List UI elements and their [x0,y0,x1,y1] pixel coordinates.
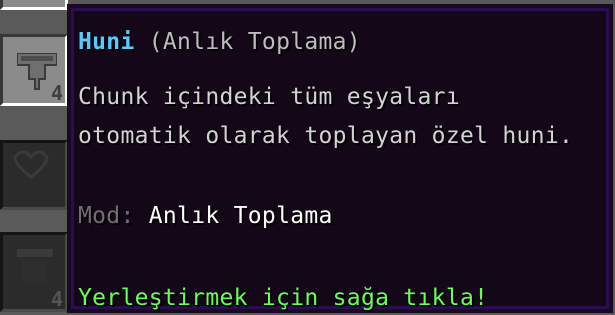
description-line-2: otomatik olarak toplayan özel huni. [78,123,574,149]
mode-value: Anlık Toplama [148,203,333,229]
place-hint: Yerleştirmek için sağa tıkla! [78,285,489,311]
item-subtitle: (Anlık Toplama) [148,29,361,55]
slot-count: 4 [50,287,63,311]
inventory-slot[interactable]: 4 [0,232,68,312]
heart-icon [13,150,49,179]
inventory-slot[interactable]: 4 [0,34,68,106]
tooltip-title-line: Huni (Anlık Toplama) [78,28,361,56]
mode-line: Mod: Anlık Toplama [78,202,333,230]
description-line-1: Chunk içindeki tüm eşyaları [78,84,460,110]
inventory-slot[interactable] [0,0,68,10]
inventory-slot[interactable] [0,140,68,210]
item-tooltip: Huni (Anlık Toplama) Chunk içindeki tüm … [67,4,613,313]
mode-label: Mod: [78,203,135,229]
slot-count: 4 [50,81,63,105]
item-name: Huni [78,29,135,55]
